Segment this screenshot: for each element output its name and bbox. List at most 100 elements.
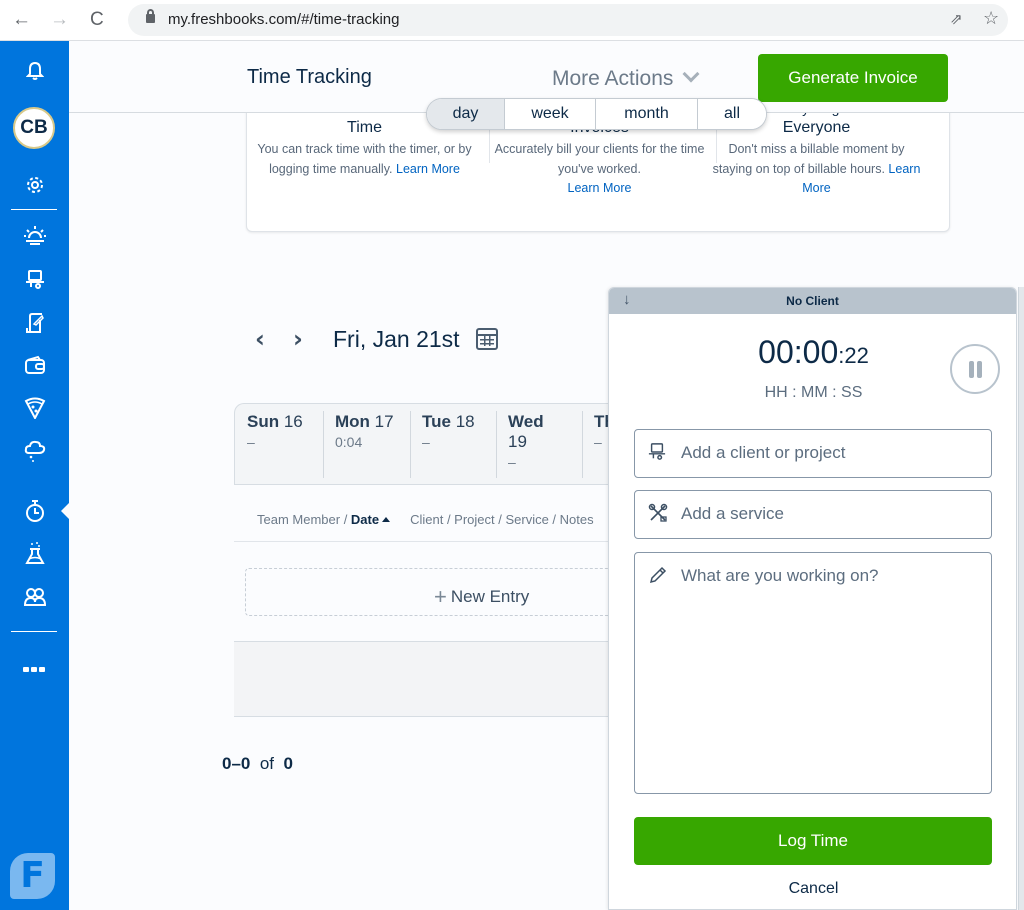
- log-time-button[interactable]: Log Time: [634, 817, 992, 865]
- forward-icon[interactable]: →: [50, 9, 69, 31]
- sidebar-divider: [11, 631, 57, 632]
- client-project-placeholder: Add a client or project: [681, 443, 846, 462]
- timer-client-label: No Client: [786, 294, 839, 308]
- prev-date-button[interactable]: ‹: [255, 325, 293, 353]
- cloud-icon[interactable]: [0, 439, 69, 469]
- notes-textarea[interactable]: What are you working on?: [634, 552, 992, 794]
- day-name: Mon: [335, 412, 370, 431]
- client-hat-icon[interactable]: [0, 269, 69, 297]
- day-cell[interactable]: Mon 17 0:04: [323, 404, 410, 484]
- day-name: Wed: [508, 412, 544, 431]
- tab-week[interactable]: week: [505, 99, 596, 129]
- timer-panel: ↓ No Client 00:00:22 HH : MM : SS Add a …: [608, 287, 1017, 910]
- day-date: 17: [374, 412, 394, 431]
- pencil-icon: [648, 565, 668, 590]
- info-desc: Don't miss a billable moment by staying …: [699, 140, 934, 199]
- cancel-button[interactable]: Cancel: [609, 880, 1018, 898]
- lock-icon: [146, 9, 155, 23]
- day-total: –: [422, 434, 430, 450]
- info-desc: You can track time with the timer, or by…: [247, 140, 482, 179]
- pagination: 0–0 of 0: [222, 754, 293, 774]
- week-strip: Sun 16 – Mon 17 0:04 Tue 18 – Wed 19 – T…: [234, 403, 614, 485]
- more-icon[interactable]: [23, 667, 45, 672]
- learn-more-link[interactable]: Learn More: [396, 162, 460, 176]
- header-divider: [234, 541, 614, 542]
- scrollbar[interactable]: [1018, 287, 1024, 910]
- next-date-button[interactable]: ›: [293, 325, 331, 353]
- url-text[interactable]: my.freshbooks.com/#/time-tracking: [168, 11, 399, 28]
- browser-chrome: ← → C my.freshbooks.com/#/time-tracking …: [0, 0, 1024, 41]
- day-total: 0:04: [335, 434, 363, 450]
- day-name: Sun: [247, 412, 280, 431]
- avatar[interactable]: CB: [13, 107, 55, 149]
- invoice-scroll-icon[interactable]: [0, 312, 69, 340]
- tab-day[interactable]: day: [427, 99, 505, 129]
- pagination-range: 0–0: [222, 754, 251, 773]
- day-date: 18: [455, 412, 475, 431]
- active-indicator: [61, 503, 69, 519]
- sort-date[interactable]: Date: [351, 512, 379, 527]
- gear-icon[interactable]: [0, 175, 69, 201]
- tab-month[interactable]: month: [596, 99, 698, 129]
- day-cell[interactable]: Sun 16 –: [235, 404, 323, 484]
- timer-seconds: :22: [838, 343, 869, 368]
- empty-row: [234, 641, 614, 717]
- more-actions-dropdown[interactable]: More Actions: [552, 65, 700, 91]
- day-total: –: [247, 434, 255, 450]
- reload-icon[interactable]: C: [90, 9, 104, 31]
- day-date: 16: [283, 412, 303, 431]
- team-icon[interactable]: [0, 586, 69, 614]
- stopwatch-icon[interactable]: [0, 499, 69, 529]
- service-placeholder: Add a service: [681, 504, 784, 523]
- pagination-total: 0: [283, 754, 293, 773]
- share-icon[interactable]: ⇗: [950, 10, 963, 28]
- chevron-down-icon: [682, 65, 700, 83]
- timer-title-bar: ↓ No Client: [609, 288, 1016, 314]
- day-cell[interactable]: Wed 19 –: [496, 404, 582, 484]
- column-client-project[interactable]: Client / Project / Service / Notes: [410, 512, 594, 527]
- new-entry-button[interactable]: + New Entry: [245, 568, 625, 616]
- new-entry-label: New Entry: [450, 587, 530, 606]
- info-desc-text: Accurately bill your clients for the tim…: [494, 142, 705, 176]
- bookmark-star-icon[interactable]: ☆: [983, 8, 999, 29]
- pause-button[interactable]: [950, 344, 1000, 394]
- tools-icon: [648, 503, 668, 528]
- info-desc-text: Don't miss a billable moment by staying …: [712, 142, 905, 176]
- range-tabs: day week month all: [426, 98, 767, 130]
- day-name: Tue: [422, 412, 451, 431]
- more-actions-label: More Actions: [552, 67, 674, 90]
- day-cell[interactable]: Tue 18 –: [410, 404, 496, 484]
- day-total: –: [508, 454, 516, 470]
- current-date: Fri, Jan 21st: [333, 325, 460, 352]
- sidebar-divider: [11, 209, 57, 210]
- date-navigation: ‹ › Fri, Jan 21st: [255, 325, 498, 353]
- sidebar: CB F: [0, 41, 69, 910]
- tab-all[interactable]: all: [698, 99, 766, 129]
- pizza-icon[interactable]: [0, 397, 69, 425]
- page-title: Time Tracking: [247, 66, 372, 88]
- service-field[interactable]: Add a service: [634, 490, 992, 539]
- notes-placeholder: What are you working on?: [681, 566, 879, 585]
- table-header: Team Member / Date Client / Project / Ser…: [257, 512, 594, 527]
- day-date: 19: [508, 432, 527, 451]
- back-icon[interactable]: ←: [12, 9, 31, 31]
- pause-icon-bar: [977, 361, 982, 378]
- pause-icon-bar: [969, 361, 974, 378]
- flask-icon[interactable]: [0, 541, 69, 573]
- pagination-of: of: [259, 754, 275, 773]
- timer-hours-minutes: 00:00: [758, 334, 839, 370]
- info-desc: Accurately bill your clients for the tim…: [482, 140, 717, 199]
- sort-team-member[interactable]: Team Member /: [257, 512, 351, 527]
- address-bar[interactable]: my.freshbooks.com/#/time-tracking ⇗ ☆: [128, 4, 1008, 36]
- calendar-icon[interactable]: [475, 328, 498, 350]
- generate-invoice-button[interactable]: Generate Invoice: [758, 54, 948, 102]
- sort-ascending-icon: [382, 517, 391, 522]
- sunrise-icon[interactable]: [0, 224, 69, 252]
- client-hat-icon: [648, 442, 666, 467]
- learn-more-link[interactable]: Learn More: [568, 181, 632, 195]
- plus-icon: +: [434, 584, 447, 609]
- bell-icon[interactable]: [0, 61, 69, 87]
- freshbooks-logo[interactable]: F: [10, 853, 55, 899]
- wallet-icon[interactable]: [0, 355, 69, 381]
- client-project-field[interactable]: Add a client or project: [634, 429, 992, 478]
